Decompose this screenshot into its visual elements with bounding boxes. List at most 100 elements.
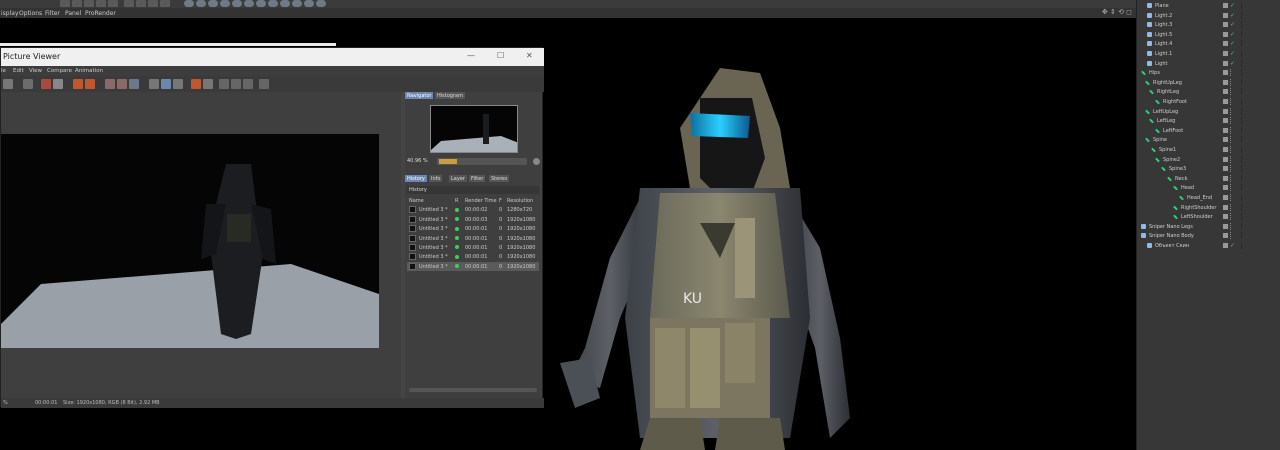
history-row[interactable]: Untitled 3 * 00:00:01 0 1920x1080 — [407, 224, 539, 233]
layer-color-icon[interactable] — [1223, 214, 1228, 220]
object-row[interactable]: Spine1 — [1137, 145, 1280, 155]
navigator-thumbnail[interactable] — [430, 105, 518, 153]
visibility-dots[interactable] — [1230, 194, 1232, 201]
visibility-dots[interactable] — [1230, 78, 1232, 86]
tool-icon[interactable] — [161, 79, 171, 89]
layer-color-icon[interactable] — [1223, 185, 1228, 191]
object-row[interactable]: RightUpLeg — [1137, 78, 1280, 88]
object-row[interactable]: Light.3 ✓ — [1137, 20, 1280, 30]
object-row[interactable]: Sniper Nano Legs — [1137, 222, 1280, 232]
menu-options[interactable]: Options — [19, 10, 42, 17]
layer-color-icon[interactable] — [1223, 175, 1228, 181]
object-row[interactable]: Light.2 ✓ — [1137, 11, 1280, 21]
object-row[interactable]: Light.4 ✓ — [1137, 39, 1280, 49]
visibility-dots[interactable] — [1230, 232, 1232, 240]
visibility-dots[interactable] — [1230, 98, 1232, 105]
menu-animation[interactable]: Animation — [75, 68, 103, 74]
tab-stereo[interactable]: Stereo — [489, 175, 510, 182]
tool-icon[interactable] — [149, 79, 159, 89]
tool-icon[interactable] — [41, 79, 51, 89]
toolbar-button[interactable] — [96, 0, 106, 7]
object-row[interactable]: Spine3 — [1137, 164, 1280, 174]
object-row[interactable]: Spine — [1137, 135, 1280, 145]
object-row[interactable]: Sniper Nano Body — [1137, 231, 1280, 241]
object-row[interactable]: RightShoulder — [1137, 203, 1280, 213]
layer-color-icon[interactable] — [1223, 22, 1228, 28]
tool-icon[interactable] — [23, 79, 33, 89]
menu-compare[interactable]: Compare — [47, 68, 72, 74]
menu-file[interactable]: le — [1, 68, 6, 74]
toolbar-button[interactable] — [148, 0, 158, 7]
object-row[interactable]: LeftLeg — [1137, 116, 1280, 126]
visibility-dots[interactable] — [1230, 146, 1232, 153]
history-row[interactable]: Untitled 3 * 00:00:02 0 1280x720 — [407, 205, 539, 214]
tool-icon[interactable] — [259, 79, 269, 89]
layer-color-icon[interactable] — [1223, 89, 1228, 95]
visibility-dots[interactable] — [1230, 222, 1232, 230]
maximize-button[interactable]: ☐ — [497, 51, 504, 60]
menu-panel[interactable]: Panel — [65, 10, 81, 17]
visibility-dots[interactable] — [1230, 88, 1232, 96]
object-row[interactable]: Spine2 — [1137, 155, 1280, 165]
menu-prorender[interactable]: ProRender — [85, 10, 116, 17]
tab-navigator[interactable]: Navigator — [405, 92, 434, 99]
enabled-check-icon[interactable]: ✓ — [1230, 50, 1235, 57]
render-canvas[interactable] — [1, 92, 401, 398]
object-row[interactable]: RightLeg — [1137, 87, 1280, 97]
toolbar-button[interactable] — [268, 0, 278, 7]
object-row[interactable]: LeftShoulder — [1137, 212, 1280, 222]
layer-color-icon[interactable] — [1223, 156, 1228, 162]
tool-icon[interactable] — [191, 79, 201, 89]
tool-icon[interactable] — [53, 79, 63, 89]
layer-color-icon[interactable] — [1223, 60, 1228, 66]
visibility-dots[interactable] — [1230, 184, 1232, 192]
toolbar-button[interactable] — [208, 0, 218, 7]
tab-filter[interactable]: Filter — [469, 175, 486, 182]
enabled-check-icon[interactable]: ✓ — [1230, 31, 1235, 38]
enabled-check-icon[interactable]: ✓ — [1230, 40, 1235, 47]
layer-color-icon[interactable] — [1223, 3, 1228, 8]
tool-icon[interactable] — [231, 79, 241, 89]
enabled-check-icon[interactable]: ✓ — [1230, 2, 1235, 9]
object-row[interactable]: Plane ✓ — [1137, 1, 1280, 11]
tool-icon[interactable] — [203, 79, 213, 89]
layer-color-icon[interactable] — [1223, 204, 1228, 210]
tool-icon[interactable] — [3, 79, 13, 89]
layer-color-icon[interactable] — [1223, 79, 1228, 85]
history-row[interactable]: Untitled 3 * 00:00:01 0 1920x1080 — [407, 234, 539, 243]
toolbar-button[interactable] — [160, 0, 170, 7]
object-row[interactable]: Light.1 ✓ — [1137, 49, 1280, 59]
toolbar-button[interactable] — [84, 0, 94, 7]
menu-display[interactable]: isplay — [1, 10, 19, 17]
menu-view[interactable]: View — [29, 68, 42, 74]
visibility-dots[interactable] — [1230, 107, 1232, 115]
tab-info[interactable]: Info — [429, 175, 443, 182]
visibility-dots[interactable] — [1230, 117, 1232, 125]
object-row[interactable]: Light.5 ✓ — [1137, 30, 1280, 40]
layer-color-icon[interactable] — [1223, 243, 1228, 248]
minimize-button[interactable]: — — [467, 51, 475, 60]
object-row[interactable]: Объект Скин ✓ — [1137, 241, 1280, 251]
visibility-dots[interactable] — [1230, 165, 1232, 173]
tool-icon[interactable] — [243, 79, 253, 89]
layer-color-icon[interactable] — [1223, 51, 1228, 56]
history-row[interactable]: Untitled 3 * 00:00:01 0 1920x1080 — [407, 252, 539, 261]
layer-color-icon[interactable] — [1223, 31, 1228, 37]
menu-filter[interactable]: Filter — [45, 10, 60, 17]
toolbar-button[interactable] — [232, 0, 242, 7]
layer-color-icon[interactable] — [1223, 223, 1228, 229]
history-scrollbar[interactable] — [409, 388, 537, 392]
toolbar-button[interactable] — [108, 0, 118, 7]
visibility-dots[interactable] — [1230, 136, 1232, 144]
history-row[interactable]: Untitled 3 * 00:00:01 0 1920x1080 — [407, 243, 539, 252]
layer-color-icon[interactable] — [1223, 166, 1228, 172]
visibility-dots[interactable] — [1230, 126, 1232, 134]
layer-color-icon[interactable] — [1223, 147, 1228, 152]
layer-color-icon[interactable] — [1223, 99, 1228, 104]
toolbar-button[interactable] — [124, 0, 134, 7]
picture-viewer-window[interactable]: Picture Viewer — ☐ ✕ le Edit View Compar… — [0, 47, 544, 408]
toolbar-button[interactable] — [316, 0, 326, 7]
visibility-dots[interactable] — [1230, 69, 1232, 77]
toolbar-button[interactable] — [292, 0, 302, 7]
tool-icon[interactable] — [129, 79, 139, 89]
